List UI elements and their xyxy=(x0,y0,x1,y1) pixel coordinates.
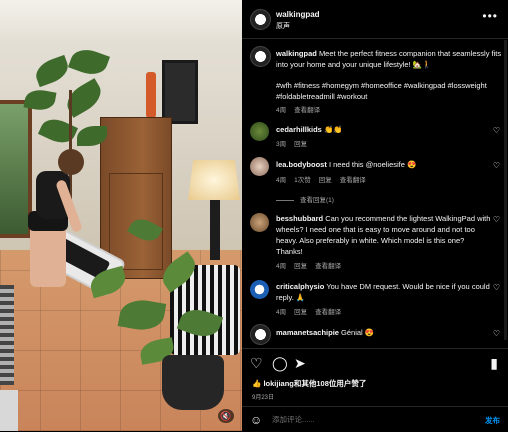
see-translation-link[interactable]: 查看翻译 xyxy=(315,309,341,316)
scene-plant-pot xyxy=(162,355,224,410)
more-options-icon[interactable]: ••• xyxy=(482,9,498,23)
comment-body: 👏👏 xyxy=(323,125,343,134)
post-date: 9月23日 xyxy=(252,395,275,401)
comment-meta: 4周 回复 查看翻译 xyxy=(276,306,349,316)
comments-panel: walkingpad 原声 ••• walkingpad Meet the pe… xyxy=(242,0,508,431)
comment-body: I need this @noeliesife 😍 xyxy=(328,160,417,169)
emoji-icon[interactable]: ☺ xyxy=(250,413,262,427)
like-comment-icon[interactable]: ♡ xyxy=(493,329,500,338)
comment-icon[interactable]: ◯ xyxy=(272,355,288,372)
like-comment-icon[interactable]: ♡ xyxy=(493,161,500,170)
scene-picture-frame xyxy=(162,60,198,124)
see-translation-link[interactable]: 查看翻译 xyxy=(294,107,320,114)
caption-text: walkingpad Meet the perfect fitness comp… xyxy=(276,48,502,70)
audio-label[interactable]: 原声 xyxy=(276,21,290,31)
mute-icon[interactable]: 🔇 xyxy=(218,409,234,423)
like-hand-icon: 👍 xyxy=(252,379,264,388)
share-icon[interactable]: ➤ xyxy=(294,355,306,372)
comment-text: mamanetsachipie Génial 😍 xyxy=(276,327,491,338)
caption-hashtags[interactable]: #wfh #fitness #homegym #homeoffice #walk… xyxy=(276,80,502,102)
commenter-avatar[interactable] xyxy=(250,157,269,176)
comment-time: 4周 xyxy=(276,177,287,184)
commenter-avatar[interactable] xyxy=(250,213,269,232)
like-icon[interactable]: ♡ xyxy=(250,355,263,372)
comment-input[interactable] xyxy=(272,415,452,424)
like-comment-icon[interactable]: ♡ xyxy=(493,283,500,292)
see-translation-link[interactable]: 查看翻译 xyxy=(315,263,341,270)
comment-time: 3周 xyxy=(276,141,287,148)
comment-username[interactable]: cedarhillkids xyxy=(276,125,322,134)
comment-meta: 4周 回复 查看翻译 xyxy=(276,260,349,270)
caption-avatar[interactable] xyxy=(250,46,271,67)
comment-username[interactable]: criticalphysio xyxy=(276,282,324,291)
comment-time: 4周 xyxy=(276,263,287,270)
comment-body: Génial 😍 xyxy=(341,328,375,337)
commenter-avatar[interactable] xyxy=(250,122,269,141)
comment-text: lea.bodyboost I need this @noeliesife 😍 xyxy=(276,159,491,170)
like-comment-icon[interactable]: ♡ xyxy=(493,215,500,224)
reply-link[interactable]: 回复 xyxy=(319,177,332,184)
reply-link[interactable]: 回复 xyxy=(294,141,307,148)
scene-lamp-shade xyxy=(188,160,240,200)
view-replies-link[interactable]: 查看回复(1) xyxy=(276,194,334,204)
comment-meta: 4周 1次赞 回复 查看翻译 xyxy=(276,174,374,184)
comment-time: 4周 xyxy=(276,309,287,316)
comment-text: criticalphysio You have DM request. Woul… xyxy=(276,281,491,303)
scene-ledge xyxy=(0,390,18,431)
post-video[interactable]: 🔇 xyxy=(0,0,242,431)
post-header: walkingpad 原声 ••• xyxy=(242,0,508,39)
comment-username[interactable]: lea.bodyboost xyxy=(276,160,327,169)
author-avatar[interactable] xyxy=(250,9,271,30)
comment-username[interactable]: mamanetsachipie xyxy=(276,328,339,337)
reply-link[interactable]: 回复 xyxy=(294,309,307,316)
save-icon[interactable]: ▮ xyxy=(490,355,498,372)
post-dialog: 🔇 walkingpad 原声 ••• walkingpad Meet the … xyxy=(0,0,508,431)
comment-text: besshubbard Can you recommend the lighte… xyxy=(276,213,491,257)
comment-meta: 3周 回复 xyxy=(276,138,315,148)
scene-ceiling xyxy=(0,0,242,40)
scene-rug xyxy=(0,285,14,385)
reply-link[interactable]: 回复 xyxy=(294,263,307,270)
comment-text: cedarhillkids 👏👏 xyxy=(276,124,491,135)
commenter-avatar[interactable] xyxy=(250,280,269,299)
author-username[interactable]: walkingpad xyxy=(276,10,320,19)
scene-person xyxy=(20,145,90,305)
like-comment-icon[interactable]: ♡ xyxy=(493,126,500,135)
see-translation-link[interactable]: 查看翻译 xyxy=(340,177,366,184)
post-comment-button[interactable]: 发布 xyxy=(485,415,500,426)
comments-scrollbar[interactable] xyxy=(504,40,507,340)
likes-summary[interactable]: 👍 lokijiang和其他108位用户赞了 xyxy=(252,378,366,389)
action-bar: ♡ ◯ ➤ ▮ xyxy=(242,348,508,377)
add-comment-bar: ☺ 发布 xyxy=(242,406,508,432)
caption-time: 4周 xyxy=(276,107,287,114)
caption-meta: 4周 查看翻译 xyxy=(276,104,328,114)
caption-username[interactable]: walkingpad xyxy=(276,49,317,58)
likes-text[interactable]: lokijiang和其他108位用户赞了 xyxy=(263,379,366,388)
comment-likes[interactable]: 1次赞 xyxy=(294,177,311,184)
comment-username[interactable]: besshubbard xyxy=(276,214,323,223)
commenter-avatar[interactable] xyxy=(250,324,271,345)
scene-vase xyxy=(146,72,156,118)
